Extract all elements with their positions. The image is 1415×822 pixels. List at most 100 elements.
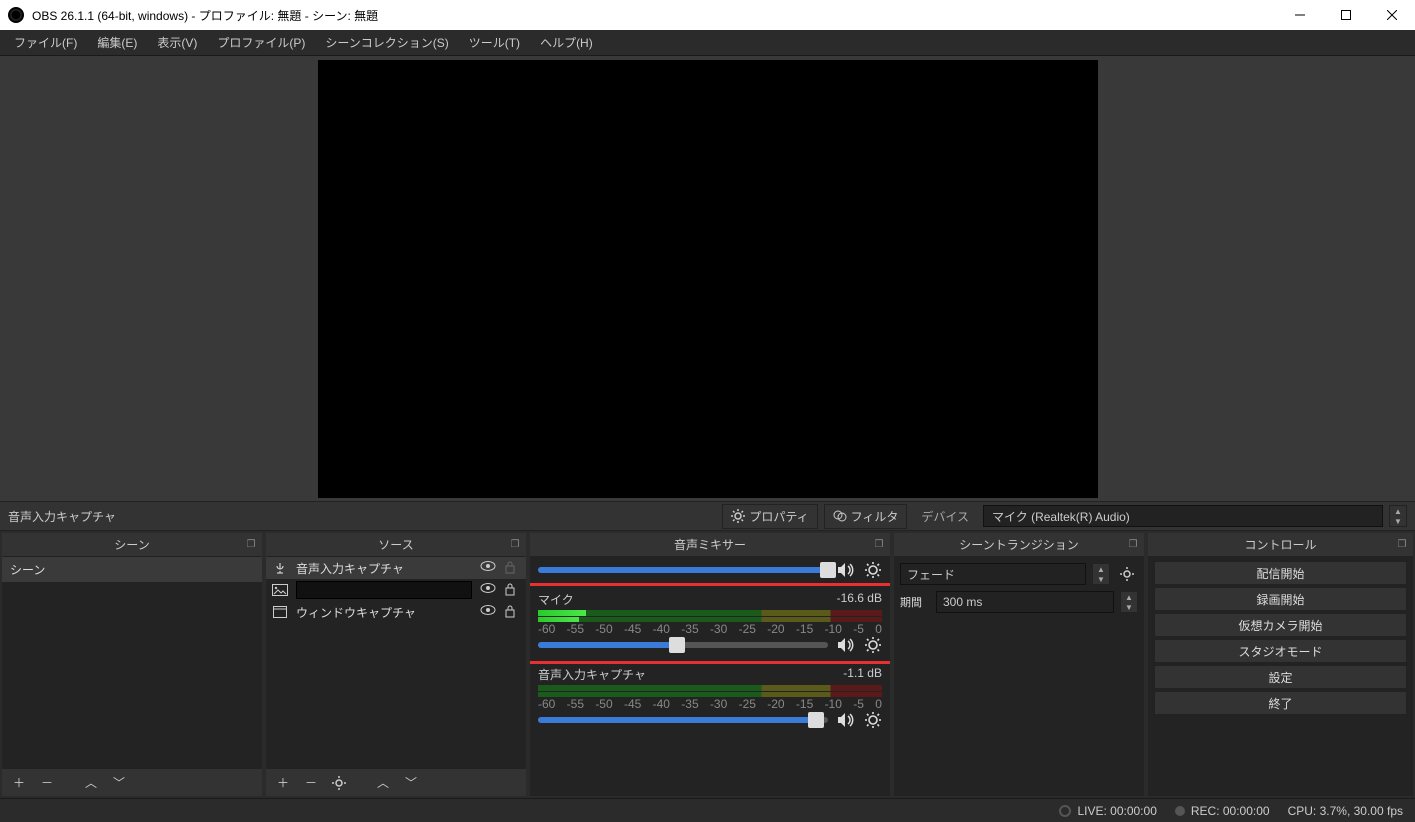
scenes-toolbar: ＋ － ︿ ﹀ <box>2 768 262 796</box>
rec-indicator: REC: 00:00:00 <box>1175 804 1270 818</box>
visibility-toggle[interactable] <box>480 582 496 598</box>
mixer-header: 音声ミキサー ❐ <box>530 533 890 557</box>
mute-button[interactable] <box>836 636 856 654</box>
sources-toolbar: ＋ － ︿ ﹀ <box>266 768 526 796</box>
lock-toggle[interactable] <box>504 604 520 620</box>
mixer-channel: 音声入力キャプチャ-1.1 dB-60-55-50-45-40-35-30-25… <box>530 662 890 737</box>
scenes-header: シーン ❐ <box>2 533 262 557</box>
control-button[interactable]: 配信開始 <box>1154 561 1407 585</box>
menu-help[interactable]: ヘルプ(H) <box>530 30 603 55</box>
mute-button[interactable] <box>836 711 856 729</box>
remove-source-button[interactable]: － <box>300 772 322 794</box>
control-button[interactable]: 仮想カメラ開始 <box>1154 613 1407 637</box>
channel-db: -1.1 dB <box>843 666 882 683</box>
popout-icon[interactable]: ❐ <box>244 538 258 552</box>
control-button[interactable]: スタジオモード <box>1154 639 1407 663</box>
control-button[interactable]: 設定 <box>1154 665 1407 689</box>
menu-view[interactable]: 表示(V) <box>147 30 207 55</box>
device-select[interactable]: マイク (Realtek(R) Audio) <box>983 505 1383 527</box>
duration-spin[interactable]: ▲▼ <box>1120 591 1138 613</box>
source-settings-button[interactable] <box>328 772 350 794</box>
filter-icon <box>833 509 847 523</box>
menu-tools[interactable]: ツール(T) <box>459 30 530 55</box>
mixer-channel <box>530 557 890 587</box>
transition-settings-button[interactable] <box>1116 563 1138 585</box>
sources-header: ソース ❐ <box>266 533 526 557</box>
popout-icon[interactable]: ❐ <box>1395 538 1409 552</box>
device-spin[interactable]: ▲▼ <box>1389 505 1407 527</box>
lock-toggle[interactable] <box>504 582 520 598</box>
scenes-panel: シーン ❐ シーン ＋ － ︿ ﹀ <box>2 533 262 796</box>
popout-icon[interactable]: ❐ <box>1126 538 1140 552</box>
mixer-panel: 音声ミキサー ❐ マイク-16.6 dB-60-55-50-45-40-35-3… <box>530 533 890 796</box>
filters-button[interactable]: フィルタ <box>824 504 908 529</box>
broadcast-icon <box>1059 805 1071 817</box>
minimize-button[interactable] <box>1277 0 1323 30</box>
menu-profile[interactable]: プロファイル(P) <box>207 30 315 55</box>
control-button[interactable]: 録画開始 <box>1154 587 1407 611</box>
sources-panel: ソース ❐ 音声入力キャプチャウィンドウキャプチャ ＋ － ︿ ﹀ <box>266 533 526 796</box>
channel-name: マイク <box>538 591 574 608</box>
device-label: デバイス <box>913 508 977 525</box>
record-icon <box>1175 806 1185 816</box>
menu-edit[interactable]: 編集(E) <box>87 30 147 55</box>
transition-select[interactable]: フェード <box>900 563 1086 585</box>
preview-area[interactable] <box>0 56 1415 501</box>
source-name: 音声入力キャプチャ <box>296 560 472 577</box>
popout-icon[interactable]: ❐ <box>508 538 522 552</box>
selected-source-label: 音声入力キャプチャ <box>8 508 116 525</box>
transitions-header: シーントランジション ❐ <box>894 533 1144 557</box>
duration-input[interactable]: 300 ms <box>936 591 1114 613</box>
transition-spin[interactable]: ▲▼ <box>1092 563 1110 585</box>
menu-file[interactable]: ファイル(F) <box>4 30 87 55</box>
titlebar: OBS 26.1.1 (64-bit, windows) - プロファイル: 無… <box>0 0 1415 30</box>
audioin-icon <box>272 561 288 575</box>
menu-scene-collection[interactable]: シーンコレクション(S) <box>315 30 458 55</box>
image-icon <box>272 583 288 597</box>
docks-row: シーン ❐ シーン ＋ － ︿ ﹀ ソース ❐ 音声入力キャプチャウィンドウキャ… <box>0 531 1415 798</box>
controls-panel: コントロール ❐ 配信開始録画開始仮想カメラ開始スタジオモード設定終了 <box>1148 533 1413 796</box>
scene-item[interactable]: シーン <box>2 557 262 582</box>
app-icon <box>8 7 24 23</box>
add-source-button[interactable]: ＋ <box>272 772 294 794</box>
preview-canvas <box>318 60 1098 498</box>
channel-db: -16.6 dB <box>837 591 882 608</box>
source-item[interactable]: ウィンドウキャプチャ <box>266 601 526 623</box>
volume-slider[interactable] <box>538 717 828 723</box>
scene-down-button[interactable]: ﹀ <box>108 772 130 794</box>
vu-meter <box>538 685 882 697</box>
maximize-button[interactable] <box>1323 0 1369 30</box>
gear-icon <box>1120 567 1134 581</box>
properties-button[interactable]: プロパティ <box>722 504 817 529</box>
add-scene-button[interactable]: ＋ <box>8 772 30 794</box>
source-name: ウィンドウキャプチャ <box>296 604 472 621</box>
remove-scene-button[interactable]: － <box>36 772 58 794</box>
popout-icon[interactable]: ❐ <box>872 538 886 552</box>
mute-button[interactable] <box>836 561 856 579</box>
transitions-panel: シーントランジション ❐ フェード ▲▼ 期間 300 ms ▲▼ <box>894 533 1144 796</box>
channel-settings-button[interactable] <box>864 561 882 579</box>
visibility-toggle[interactable] <box>480 604 496 620</box>
source-property-bar: 音声入力キャプチャ プロパティ フィルタ デバイス マイク (Realtek(R… <box>0 501 1415 531</box>
gear-icon <box>332 776 346 790</box>
menubar: ファイル(F) 編集(E) 表示(V) プロファイル(P) シーンコレクション(… <box>0 30 1415 56</box>
cpu-indicator: CPU: 3.7%, 30.00 fps <box>1288 804 1403 818</box>
channel-settings-button[interactable] <box>864 636 882 654</box>
source-up-button[interactable]: ︿ <box>372 772 394 794</box>
gear-icon <box>731 509 745 523</box>
controls-header: コントロール ❐ <box>1148 533 1413 557</box>
visibility-toggle[interactable] <box>480 560 496 576</box>
source-item[interactable] <box>266 579 526 601</box>
mixer-channel: マイク-16.6 dB-60-55-50-45-40-35-30-25-20-1… <box>530 587 890 662</box>
control-button[interactable]: 終了 <box>1154 691 1407 715</box>
scene-up-button[interactable]: ︿ <box>80 772 102 794</box>
channel-settings-button[interactable] <box>864 711 882 729</box>
volume-slider[interactable] <box>538 642 828 648</box>
close-button[interactable] <box>1369 0 1415 30</box>
volume-slider[interactable] <box>538 567 828 573</box>
lock-toggle[interactable] <box>504 560 520 576</box>
window-title: OBS 26.1.1 (64-bit, windows) - プロファイル: 無… <box>32 7 1277 24</box>
source-down-button[interactable]: ﹀ <box>400 772 422 794</box>
source-item[interactable]: 音声入力キャプチャ <box>266 557 526 579</box>
source-rename-input[interactable] <box>296 581 472 599</box>
